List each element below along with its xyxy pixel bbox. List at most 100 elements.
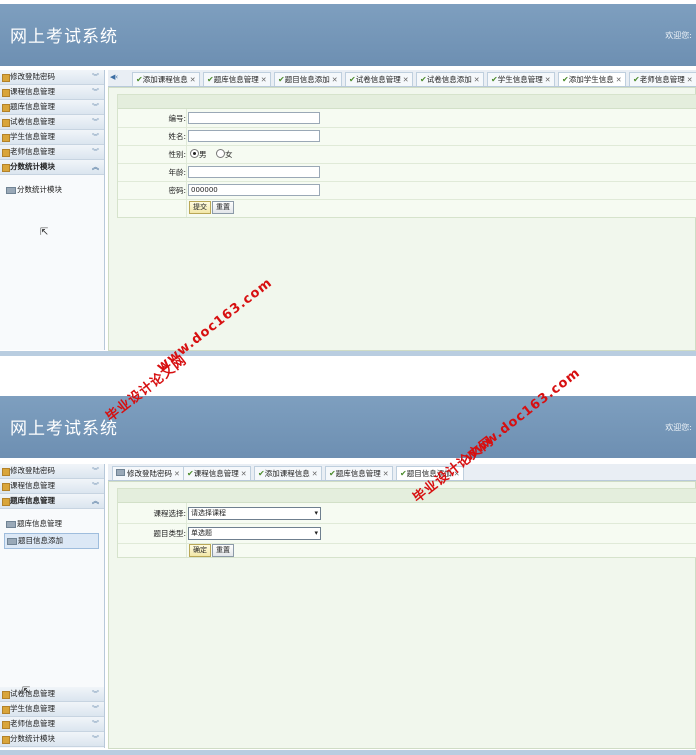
close-icon[interactable]: ✕ xyxy=(261,76,267,84)
menu-change-password[interactable]: 修改登陆密码 ︾ xyxy=(0,70,104,85)
tab-label: 学生信息管理 xyxy=(497,75,543,84)
menu-course-management[interactable]: 课程信息管理 ︾ xyxy=(0,85,104,100)
folder-icon xyxy=(2,119,10,127)
reset-button[interactable]: 重置 xyxy=(212,544,234,557)
close-icon[interactable]: ✕ xyxy=(332,76,338,84)
chevron-up-icon[interactable]: ︽ xyxy=(92,494,99,508)
main-panel: ◀‹ ✔添加课程信息 ✕ ✔题库信息管理 ✕ ✔题目信息添加 ✕ ✔试卷信息管理 ✕ ✔… xyxy=(108,70,696,351)
sidebar: 修改登陆密码 ︾ 课程信息管理 ︾ 题库信息管理 ︾ 试卷信息管理 ︾ 学生信息管理 ︾ … xyxy=(0,70,105,350)
close-icon[interactable]: ✕ xyxy=(190,76,196,84)
close-icon[interactable]: ✕ xyxy=(241,470,247,478)
menu-teacher-management[interactable]: 老师信息管理 ︾ xyxy=(0,145,104,160)
gender-radio-male[interactable]: 男 xyxy=(190,149,207,160)
type-select[interactable]: 单选题 ▾ xyxy=(188,527,321,540)
age-input[interactable] xyxy=(188,166,320,178)
chevron-down-icon[interactable]: ︾ xyxy=(92,145,99,159)
chevron-down-icon[interactable]: ︾ xyxy=(92,717,99,731)
radio-selected-icon[interactable] xyxy=(190,149,199,158)
tab-add-paper[interactable]: ✔试卷信息添加 ✕ xyxy=(416,72,484,86)
password-input[interactable]: 000000 xyxy=(188,184,320,196)
course-select[interactable]: 请选择课程 ▾ xyxy=(188,507,321,520)
close-icon[interactable]: ✕ xyxy=(403,76,409,84)
submenu-question-bank[interactable]: 题库信息管理 xyxy=(4,517,70,531)
chevron-down-icon[interactable]: ︾ xyxy=(92,687,99,701)
menu-label: 修改登陆密码 xyxy=(10,72,55,81)
tab-question-bank[interactable]: ✔题库信息管理 ✕ xyxy=(325,466,393,480)
reset-button[interactable]: 重置 xyxy=(212,201,234,214)
chevron-down-icon[interactable]: ︾ xyxy=(92,732,99,746)
mouse-cursor-icon: ⇱ xyxy=(40,227,49,238)
folder-icon xyxy=(2,721,10,729)
submenu-add-question[interactable]: 题目信息添加 xyxy=(4,533,99,549)
confirm-button[interactable]: 确定 xyxy=(189,544,211,557)
tab-teacher-management[interactable]: ✔老师信息管理 ✕ xyxy=(629,72,696,86)
radio-icon[interactable] xyxy=(216,149,225,158)
menu-label: 分数统计模块 xyxy=(10,734,55,743)
document-icon xyxy=(7,538,17,545)
chevron-down-icon[interactable]: ︾ xyxy=(92,479,99,493)
folder-icon xyxy=(2,164,10,172)
screenshot-bottom: 网上考试系统 欢迎您: 修改登陆密码 ︾ 课程信息管理 ︾ 题库信息管理 ︽ 题库信息… xyxy=(0,396,696,755)
name-input[interactable] xyxy=(188,130,320,142)
tab-course-management[interactable]: ✔课程信息管理 ✕ xyxy=(183,466,251,480)
tab-student-management[interactable]: ✔学生信息管理 ✕ xyxy=(487,72,555,86)
menu-student-management[interactable]: 学生信息管理 ︾ xyxy=(0,702,104,717)
submenu-label: 题目信息添加 xyxy=(18,536,63,545)
welcome-text: 欢迎您: xyxy=(665,423,692,432)
label-cell: 年龄: xyxy=(118,163,187,181)
tab-paper-management[interactable]: ✔试卷信息管理 ✕ xyxy=(345,72,413,86)
tab-question-bank[interactable]: ✔题库信息管理 ✕ xyxy=(203,72,271,86)
menu-paper-management[interactable]: 试卷信息管理 ︾ ⇱ xyxy=(0,686,104,702)
document-icon xyxy=(6,187,16,194)
close-icon[interactable]: ✕ xyxy=(174,470,180,478)
close-icon[interactable]: ✕ xyxy=(474,76,480,84)
close-icon[interactable]: ✕ xyxy=(616,76,622,84)
tab-scroll-left-icon[interactable]: ◀‹ xyxy=(110,73,122,83)
check-icon: ✔ xyxy=(491,75,498,84)
form-row-password: 密码: 000000 xyxy=(118,181,696,200)
menu-label: 题库信息管理 xyxy=(10,102,55,111)
submenu-score-statistics[interactable]: 分数统计模块 xyxy=(4,183,70,197)
tab-add-course[interactable]: ✔添加课程信息 ✕ xyxy=(132,72,200,86)
chevron-up-icon[interactable]: ︽ xyxy=(92,160,99,174)
id-label: 编号: xyxy=(168,114,186,123)
menu-score-statistics[interactable]: 分数统计模块 ︽ xyxy=(0,160,104,175)
chevron-down-icon[interactable]: ︾ xyxy=(92,464,99,478)
menu-label: 老师信息管理 xyxy=(10,719,55,728)
tab-change-password[interactable]: 修改登陆密码 ✕ xyxy=(112,466,184,480)
chevron-down-icon[interactable]: ︾ xyxy=(92,115,99,129)
radio-label: 男 xyxy=(199,150,207,159)
menu-teacher-management[interactable]: 老师信息管理 ︾ xyxy=(0,717,104,732)
menu-label: 试卷信息管理 xyxy=(10,117,55,126)
chevron-down-icon[interactable]: ︾ xyxy=(92,85,99,99)
menu-paper-management[interactable]: 试卷信息管理 ︾ xyxy=(0,115,104,130)
chevron-down-icon[interactable]: ︾ xyxy=(92,70,99,84)
chevron-down-icon[interactable]: ︾ xyxy=(92,702,99,716)
tab-add-course[interactable]: ✔添加课程信息 ✕ xyxy=(254,466,322,480)
check-icon: ✔ xyxy=(207,75,214,84)
menu-question-bank[interactable]: 题库信息管理 ︾ xyxy=(0,100,104,115)
menu-label: 分数统计模块 xyxy=(10,162,55,171)
chevron-down-icon[interactable]: ︾ xyxy=(92,100,99,114)
chevron-down-icon[interactable]: ︾ xyxy=(92,130,99,144)
form-row-age: 年龄: xyxy=(118,163,696,182)
submit-button[interactable]: 提交 xyxy=(189,201,211,214)
id-input[interactable] xyxy=(188,112,320,124)
folder-icon xyxy=(2,134,10,142)
close-icon[interactable]: ✕ xyxy=(687,76,693,84)
menu-change-password[interactable]: 修改登陆密码 ︾ xyxy=(0,464,104,479)
menu-student-management[interactable]: 学生信息管理 ︾ xyxy=(0,130,104,145)
tab-add-student[interactable]: ✔添加学生信息 ✕ xyxy=(558,72,626,86)
menu-course-management[interactable]: 课程信息管理 ︾ xyxy=(0,479,104,494)
close-icon[interactable]: ✕ xyxy=(312,470,318,478)
close-icon[interactable]: ✕ xyxy=(383,470,389,478)
check-icon: ✔ xyxy=(400,469,407,478)
menu-question-bank[interactable]: 题库信息管理 ︽ xyxy=(0,494,104,509)
menu-score-statistics[interactable]: 分数统计模块 ︾ xyxy=(0,732,104,747)
gender-radio-female[interactable]: 女 xyxy=(216,149,233,160)
chevron-down-icon: ▾ xyxy=(314,509,318,517)
tab-add-question[interactable]: ✔题目信息添加 ✕ xyxy=(274,72,342,86)
content-area: 编号: 姓名: 性别: 男 女 年龄: 密码: 000000 提交 重置 xyxy=(108,87,696,351)
close-icon[interactable]: ✕ xyxy=(545,76,551,84)
folder-icon xyxy=(2,736,10,744)
